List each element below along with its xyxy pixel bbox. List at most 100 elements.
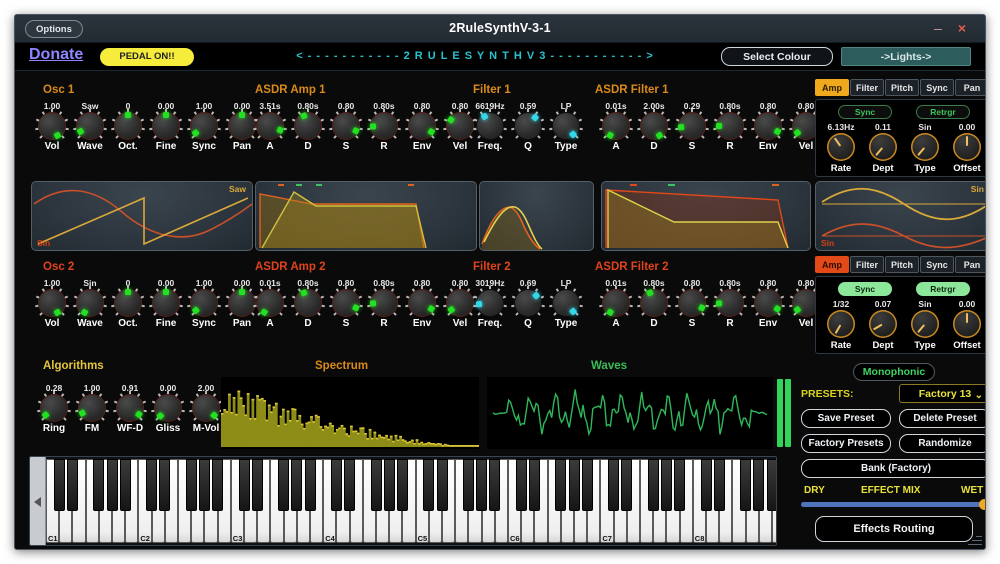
knob-sync[interactable]: 1.00 Sync — [185, 278, 223, 329]
black-key[interactable] — [146, 459, 158, 511]
lfo1-sync-toggle[interactable]: Sync — [838, 105, 892, 119]
effect-mix-slider-thumb[interactable] — [979, 499, 985, 510]
knob-env[interactable]: 0.80 Env — [749, 101, 787, 152]
lfo-knob-type[interactable]: Sin Type — [904, 299, 946, 351]
black-key[interactable] — [555, 459, 567, 511]
black-key[interactable] — [568, 459, 580, 511]
preset-select[interactable]: Factory 13 ⌄ — [899, 384, 985, 403]
black-key[interactable] — [119, 459, 131, 511]
knob-dial[interactable] — [149, 109, 183, 139]
knob-dial[interactable] — [751, 109, 785, 139]
lfo-tab-pitch[interactable]: Pitch — [885, 256, 919, 273]
lfo1-tab-bar[interactable]: Amp Filter Pitch Sync Pan — [815, 79, 985, 96]
black-key[interactable] — [423, 459, 435, 511]
knob-q[interactable]: 0.59 Q — [509, 101, 547, 152]
lfo2-tab-bar[interactable]: Amp Filter Pitch Sync Pan — [815, 256, 985, 273]
effects-routing-button[interactable]: Effects Routing — [815, 516, 973, 542]
knob-r[interactable]: 0.80s R — [711, 278, 749, 329]
knob-dial[interactable] — [713, 286, 747, 316]
black-key[interactable] — [674, 459, 686, 511]
knob-dial[interactable] — [73, 286, 107, 317]
knob-dial[interactable] — [511, 109, 545, 139]
black-key[interactable] — [330, 459, 342, 511]
black-key[interactable] — [462, 459, 474, 511]
osc2-knob-group[interactable]: 1.00 Vol Sin Wave 0 Oct. 0.00 Fine 1.00 Sync 0.00 P… — [33, 278, 261, 329]
black-key[interactable] — [53, 459, 65, 511]
lfo-knob-dept[interactable]: 0.07 Dept — [862, 299, 904, 351]
knob-a[interactable]: 0.01s A — [597, 278, 635, 329]
factory-presets-button[interactable]: Factory Presets — [801, 434, 891, 453]
knob-freq[interactable]: 3019Hz Freq. — [471, 278, 509, 329]
lfo-tab-sync[interactable]: Sync — [920, 79, 954, 96]
lfo-knob-offset[interactable]: 0.00 Offset — [946, 122, 985, 174]
black-key[interactable] — [383, 459, 395, 511]
lfo-knob-offset[interactable]: 0.00 Offset — [946, 299, 985, 351]
knob-sync[interactable]: 1.00 Sync — [185, 101, 223, 152]
black-key[interactable] — [740, 459, 752, 511]
knob-gliss[interactable]: 0.00 Gliss — [149, 383, 187, 434]
osc1-knob-group[interactable]: 1.00 Vol Saw Wave 0 Oct. 0.00 Fine 1.00 Sync 0.00 P… — [33, 101, 261, 152]
black-key[interactable] — [489, 459, 501, 511]
pedal-status-badge[interactable]: PEDAL ON!! — [100, 48, 194, 66]
black-key[interactable] — [185, 459, 197, 511]
lfo1-retrigger-toggle[interactable]: Retrgr — [916, 105, 970, 119]
knob-dial[interactable] — [511, 286, 545, 316]
piano-keyboard[interactable]: C1 C2 C3 C4 C5 C6 C7 C8 — [29, 456, 777, 546]
knob-d[interactable]: 0.80s D — [635, 278, 673, 329]
lfo-knob-dial[interactable] — [827, 310, 855, 338]
resize-grip[interactable] — [966, 530, 982, 546]
minimize-icon[interactable]: – — [929, 19, 947, 37]
knob-dial[interactable] — [367, 286, 401, 316]
lfo2-knob-group[interactable]: 1/32 Rate 0.07 Dept Sin Type 0.00 Offset — [820, 299, 985, 351]
lfo-knob-dial[interactable] — [953, 310, 981, 338]
knob-a[interactable]: 0.01s A — [251, 278, 289, 329]
black-key[interactable] — [713, 459, 725, 511]
knob-dial[interactable] — [713, 109, 747, 139]
black-key[interactable] — [278, 459, 290, 511]
black-key[interactable] — [238, 459, 250, 511]
black-key[interactable] — [700, 459, 712, 511]
knob-dial[interactable] — [549, 286, 583, 316]
osc1-waveform-display[interactable]: Sin Saw — [31, 181, 253, 251]
knob-env[interactable]: 0.80 Env — [403, 101, 441, 152]
black-key[interactable] — [291, 459, 303, 511]
knob-dial[interactable] — [111, 286, 145, 316]
asdr-amp1-knob-group[interactable]: 3.51s A 0.80s D 0.80 S 0.80s R 0.80 Env 0.80 Vel — [251, 101, 479, 152]
knob-dial[interactable] — [443, 286, 477, 316]
knob-vol[interactable]: 1.00 Vol — [33, 101, 71, 152]
algorithms-knob-group[interactable]: 0.28 Ring 1.00 FM 0.91 WF-D 0.00 Gliss 2.00 M-Vol — [35, 383, 225, 434]
select-colour-button[interactable]: Select Colour — [721, 47, 833, 66]
knob-r[interactable]: 0.80s R — [711, 101, 749, 152]
knob-dial[interactable] — [149, 286, 183, 316]
black-key[interactable] — [515, 459, 527, 511]
black-key[interactable] — [198, 459, 210, 511]
knob-vol[interactable]: 1.00 Vol — [33, 278, 71, 329]
filter1-knob-group[interactable]: 6619Hz Freq. 0.59 Q LP Type — [471, 101, 585, 152]
knob-dial[interactable] — [151, 391, 185, 421]
filter1-response-display[interactable] — [479, 181, 594, 251]
lfo-tab-pitch[interactable]: Pitch — [885, 79, 919, 96]
knob-oct[interactable]: 0 Oct. — [109, 278, 147, 329]
black-key[interactable] — [93, 459, 105, 511]
lfo-knob-type[interactable]: Sin Type — [904, 122, 946, 174]
knob-freq[interactable]: 6619Hz Freq. — [471, 101, 509, 152]
knob-dial[interactable] — [329, 286, 363, 316]
black-key[interactable] — [251, 459, 263, 511]
knob-dial[interactable] — [637, 109, 671, 140]
knob-dial[interactable] — [35, 286, 69, 317]
filter2-knob-group[interactable]: 3019Hz Freq. 0.69 Q LP Type — [471, 278, 585, 329]
lfo-knob-dial[interactable] — [827, 133, 855, 161]
black-key[interactable] — [608, 459, 620, 511]
knob-dial[interactable] — [599, 109, 633, 140]
lfo-knob-dial[interactable] — [911, 310, 939, 338]
knob-dial[interactable] — [75, 391, 109, 421]
effect-mix-slider[interactable] — [801, 502, 985, 507]
lfo1-knob-group[interactable]: 6.13Hz Rate 0.11 Dept Sin Type 0.00 Offset — [820, 122, 985, 174]
black-key[interactable] — [212, 459, 224, 511]
knob-dial[interactable] — [675, 109, 709, 139]
black-key[interactable] — [660, 459, 672, 511]
delete-preset-button[interactable]: Delete Preset — [899, 409, 985, 428]
knob-env[interactable]: 0.80 Env — [403, 278, 441, 329]
lfo-tab-filter[interactable]: Filter — [850, 256, 884, 273]
knob-fine[interactable]: 0.00 Fine — [147, 278, 185, 329]
